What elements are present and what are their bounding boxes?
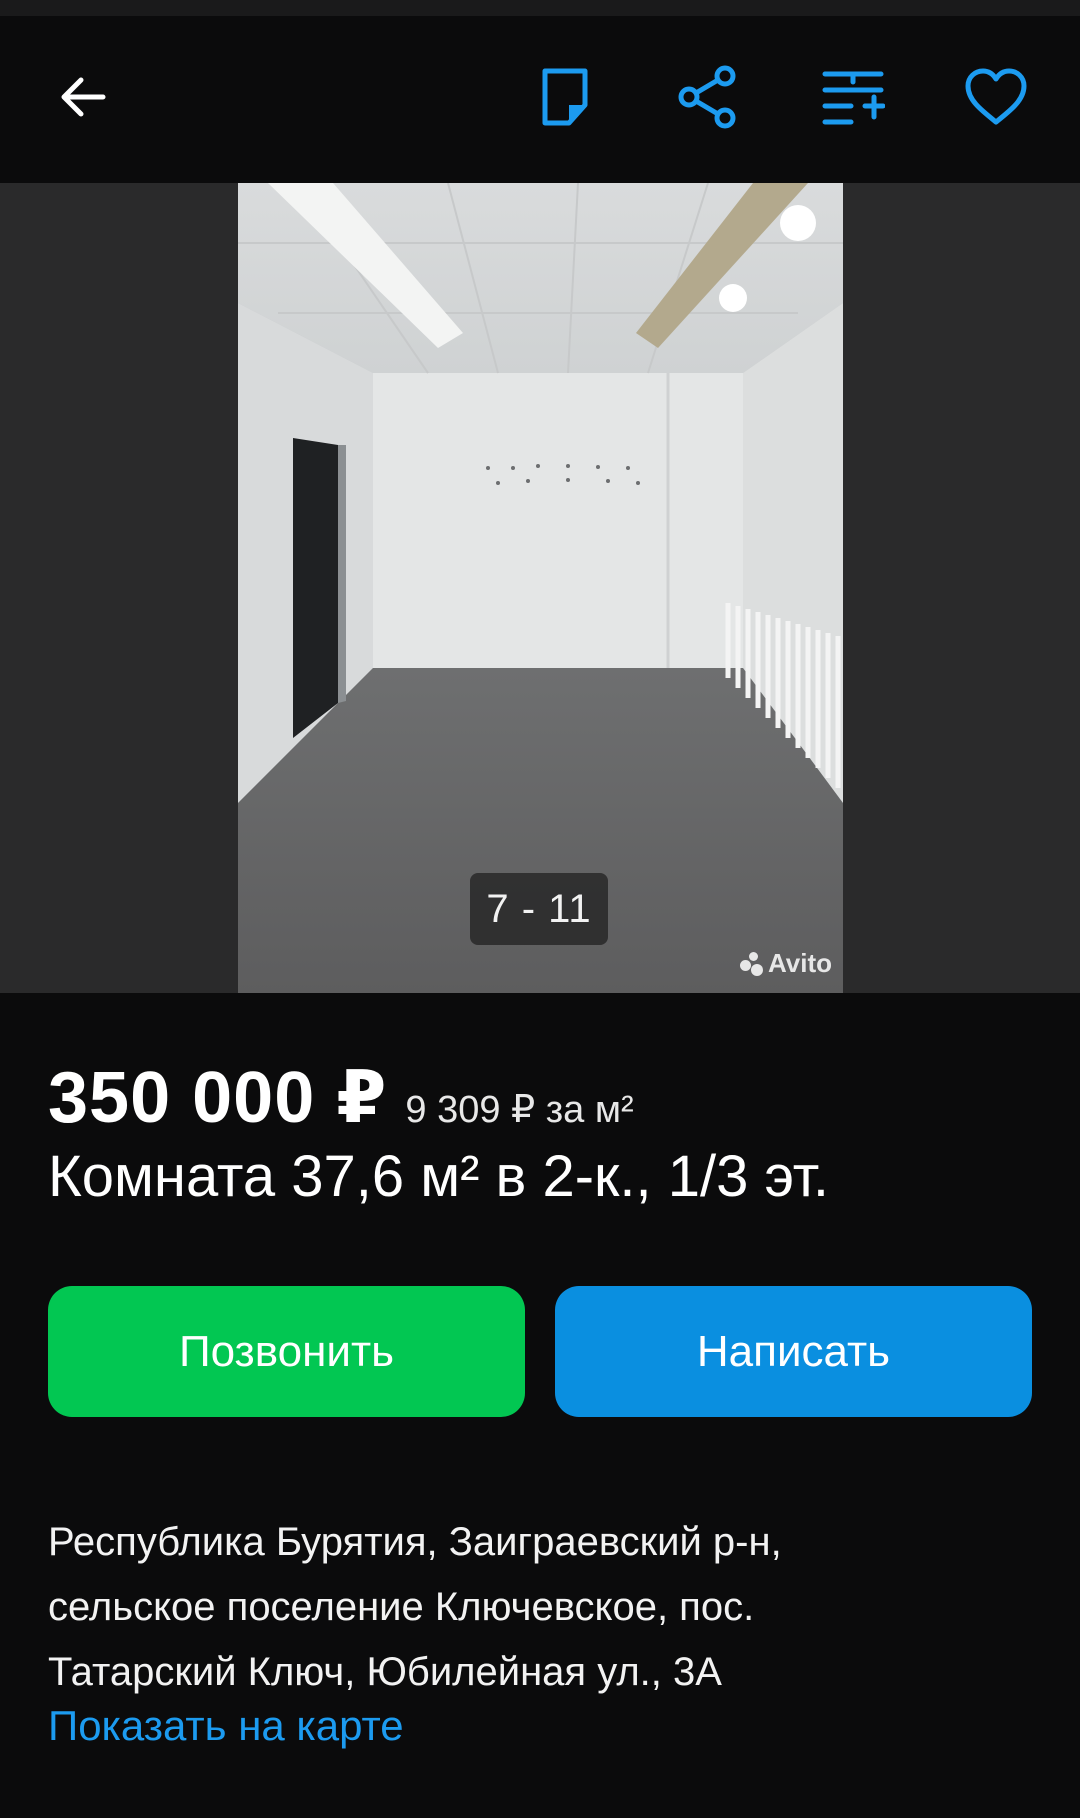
share-icon	[678, 65, 736, 129]
write-message-button[interactable]: Написать	[555, 1286, 1032, 1417]
status-bar-strip	[0, 0, 1080, 16]
listing-title: Комната 37,6 м² в 2-к., 1/3 эт.	[48, 1144, 830, 1209]
arrow-left-icon	[61, 77, 106, 117]
avito-logo-icon	[740, 951, 764, 976]
add-to-compare-button[interactable]	[818, 62, 888, 132]
price: 350 000 ₽	[48, 1058, 388, 1138]
address: Республика Бурятия, Заиграевский р-н, се…	[48, 1510, 1038, 1705]
listing-photo[interactable]	[238, 183, 843, 993]
note-icon	[542, 68, 588, 126]
price-per-m2: 9 309 ₽ за м²	[405, 1089, 634, 1131]
favorite-button[interactable]	[961, 62, 1031, 132]
photo-counter: 7 - 11	[470, 873, 608, 945]
avito-watermark: Avito	[740, 948, 832, 979]
compare-list-add-icon	[822, 71, 885, 125]
address-line: Республика Бурятия, Заиграевский р-н,	[48, 1520, 782, 1564]
address-line: сельское поселение Ключевское, пос.	[48, 1585, 755, 1629]
top-app-bar	[0, 0, 1080, 183]
show-on-map-link[interactable]: Показать на карте	[48, 1702, 404, 1750]
share-button[interactable]	[673, 62, 743, 132]
photo-gallery[interactable]: 7 - 11 Avito	[0, 183, 1080, 993]
back-button[interactable]	[48, 62, 118, 132]
note-button[interactable]	[530, 62, 600, 132]
watermark-text: Avito	[768, 948, 833, 978]
heart-icon	[965, 68, 1027, 125]
call-button[interactable]: Позвонить	[48, 1286, 525, 1417]
price-row: 350 000 ₽ 9 309 ₽ за м²	[48, 1055, 634, 1139]
address-line: Татарский Ключ, Юбилейная ул., 3А	[48, 1650, 722, 1694]
